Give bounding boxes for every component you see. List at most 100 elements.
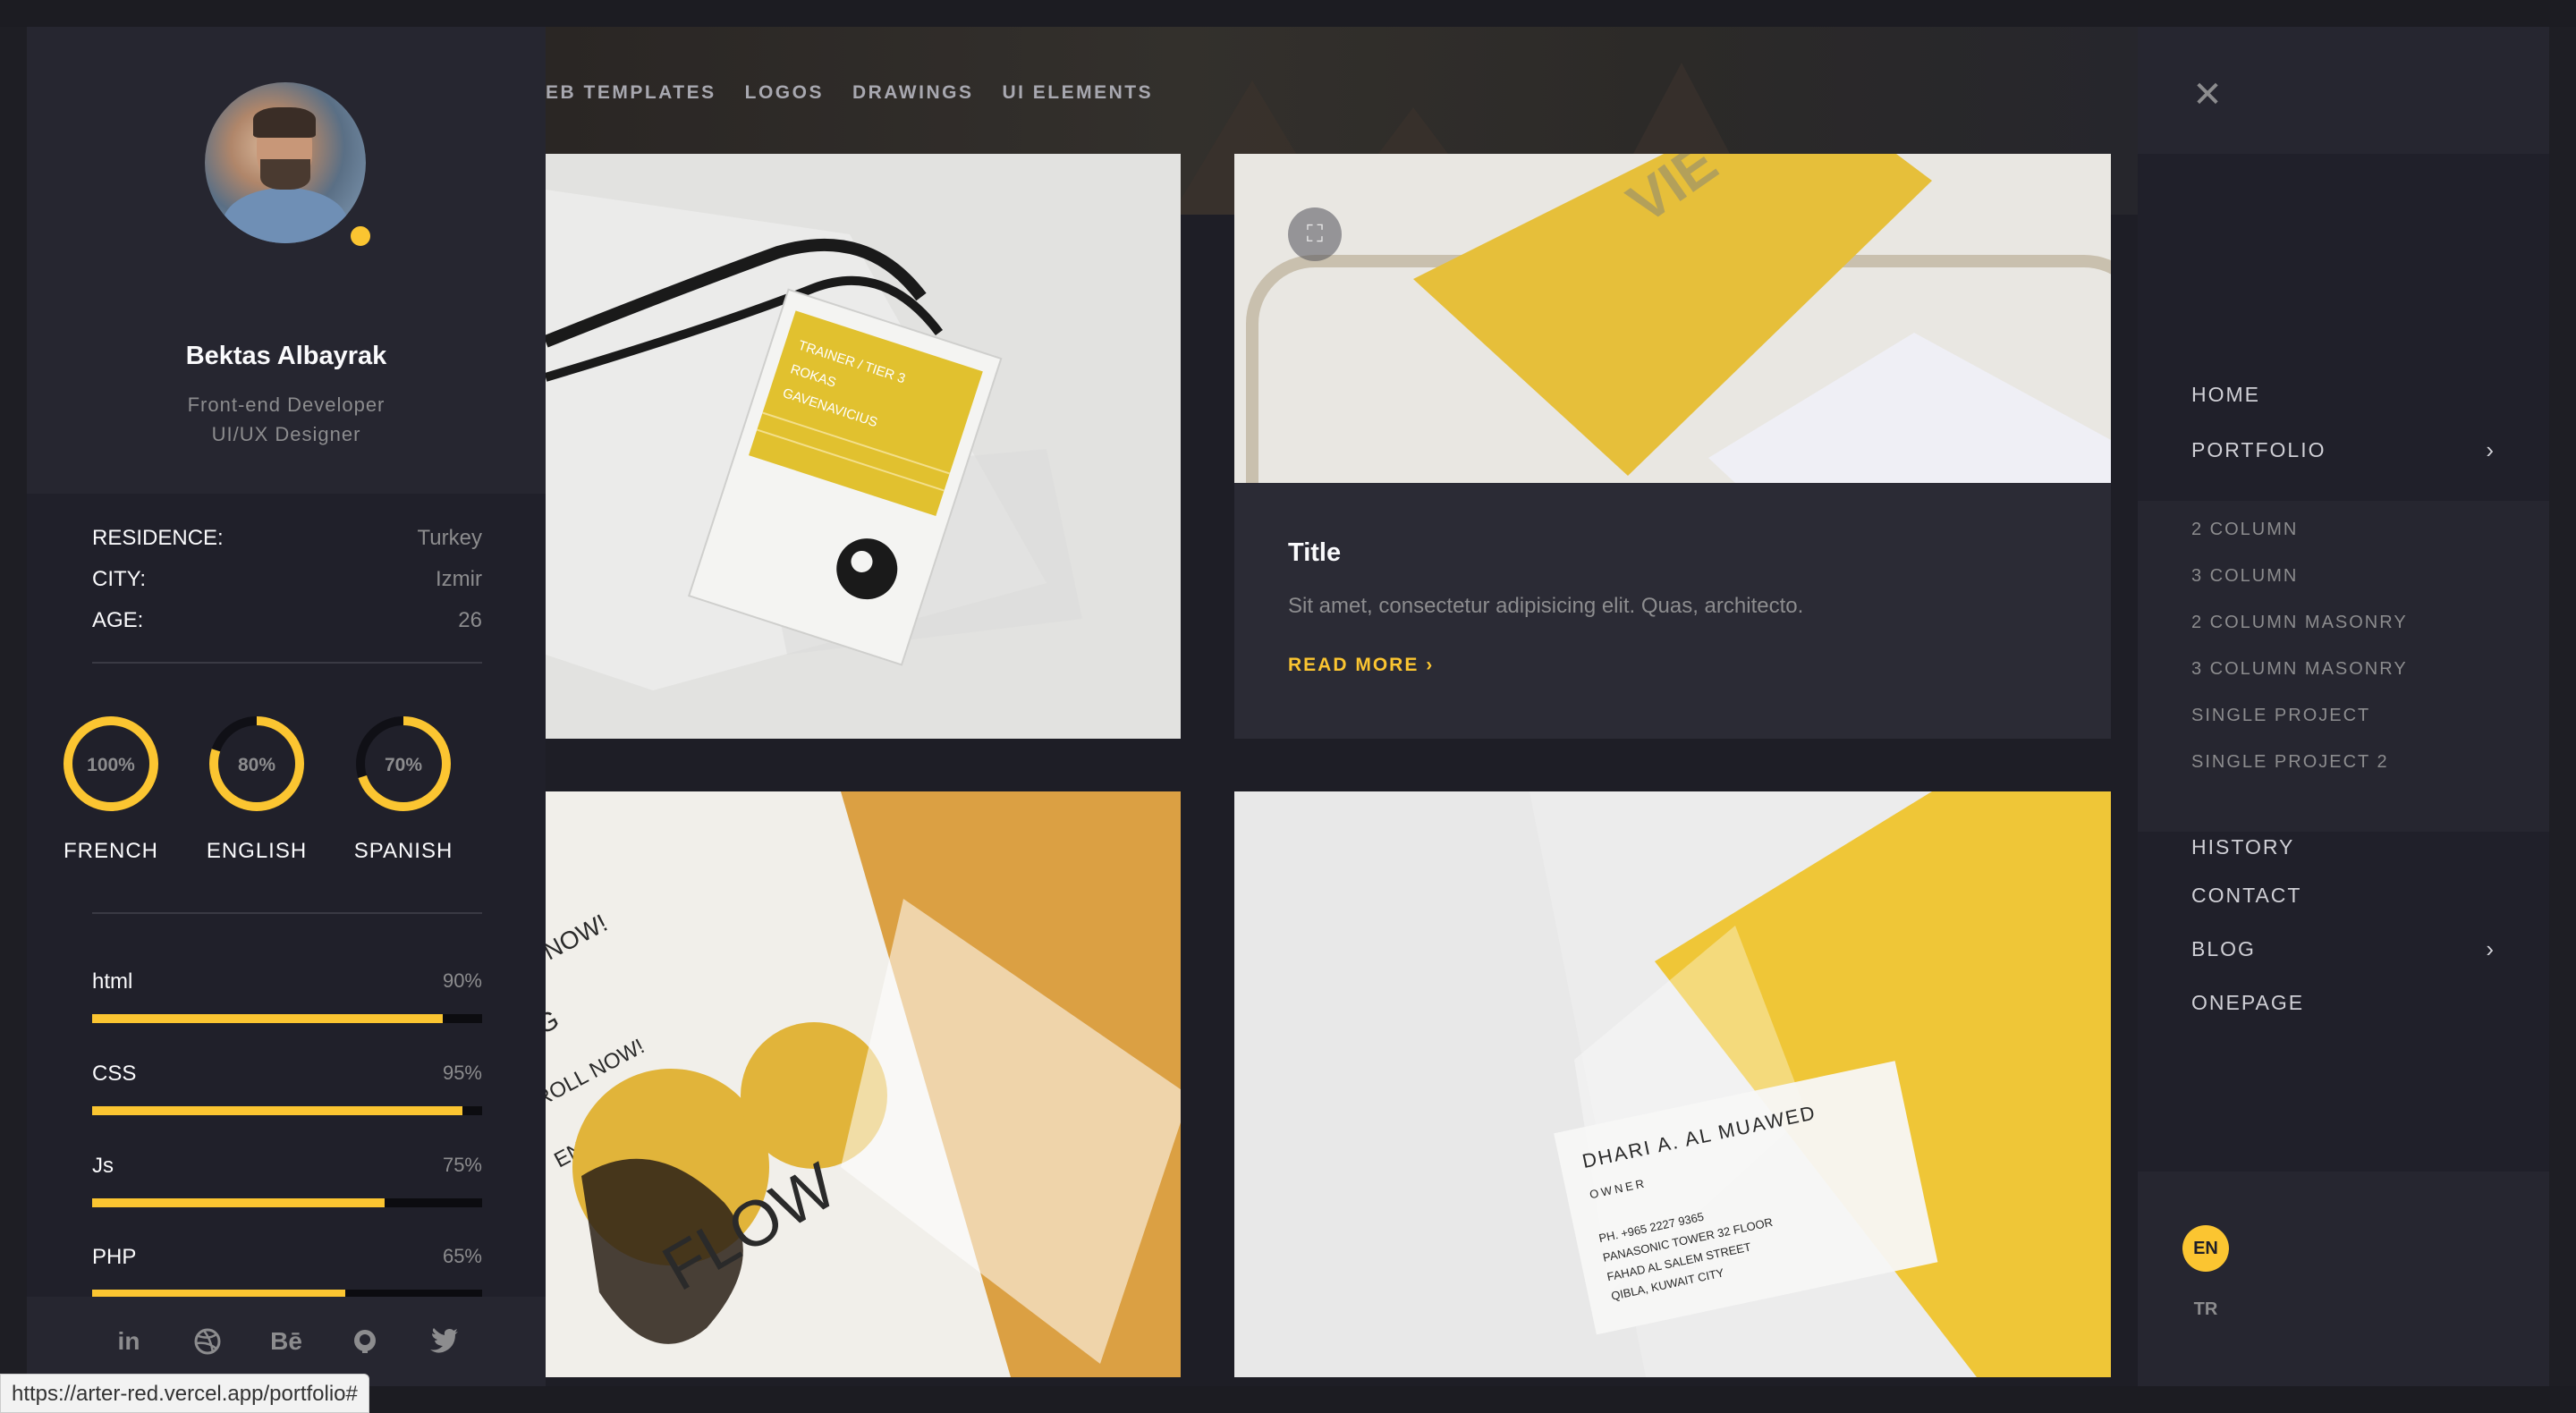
chevron-right-icon: › [2486,436,2496,463]
avatar-hair [253,107,316,138]
skill-value: 75% [442,1154,482,1176]
ring-percent: 70% [385,755,422,775]
menu-item-label: BLOG [2191,937,2256,960]
language-label: ENGLISH [206,839,308,863]
ring-percent: 100% [87,755,135,775]
progress-ring: 100% [64,716,158,811]
divider [92,912,482,914]
language-spanish: 70% SPANISH [350,714,457,864]
profile-role-1: Front-end Developer [187,393,386,416]
card-description: Sit amet, consectetur adipisicing elit. … [1288,594,1804,618]
github-icon[interactable] [349,1325,381,1358]
profile-header: Bektas Albayrak Front-end Developer UI/U… [27,27,546,494]
menu-item-blog[interactable]: BLOG › [2191,935,2496,963]
skill-bar-fill [92,1198,385,1207]
skill-bar-fill [92,1106,463,1115]
expand-icon[interactable]: ⛶ [1288,207,1342,261]
menu-item-label: PORTFOLIO [2191,438,2326,461]
behance-icon[interactable]: Bē [270,1325,302,1358]
progress-ring: 80% [209,716,304,811]
avatar-beard [260,159,310,190]
skill-value: 65% [442,1245,482,1267]
badge-photo: TRAINER / TIER 3 ROKAS GAVENAVICIUS [546,154,1181,739]
info-row-age: AGE: 26 [92,608,482,633]
language-switcher [2138,1172,2549,1386]
poster-photo: ENROLL NOW! BOXING ENROLL NOW! ENROLL NO… [546,791,1181,1377]
menu-item-label: HOME [2191,383,2260,406]
read-more-link[interactable]: READ MORE › [1288,655,1434,676]
twitter-icon[interactable] [428,1325,460,1358]
skill-value: 95% [442,1062,482,1084]
close-icon[interactable]: ✕ [2191,77,2224,113]
info-row-residence: RESIDENCE: Turkey [92,526,482,551]
info-key: AGE: [92,608,144,632]
info-sidebar: Bektas Albayrak Front-end Developer UI/U… [27,27,546,1386]
submenu-item-single-project[interactable]: SINGLE PROJECT [2191,706,2370,726]
linkedin-icon[interactable]: in [113,1325,145,1358]
avatar [205,82,366,243]
submenu-item-3-column-masonry[interactable]: 3 COLUMN MASONRY [2191,659,2408,680]
chevron-right-icon: › [2486,935,2496,962]
skill-name: PHP [92,1245,137,1269]
language-english: 80% ENGLISH [203,714,310,864]
profile-name: Bektas Albayrak [185,342,387,370]
info-key: RESIDENCE: [92,526,224,550]
menu-item-portfolio[interactable]: PORTFOLIO › [2191,436,2496,464]
avatar-shirt [223,188,348,243]
skill-html: html 90% [92,969,482,1023]
card-title: Title [1288,538,1342,567]
read-more-label: READ MORE [1288,655,1419,675]
portfolio-item-business-card[interactable]: DHARI A. AL MUAWED OWNER PH. +965 2227 9… [1234,791,2111,1377]
skill-css: CSS 95% [92,1062,482,1115]
menu-item-history[interactable]: HISTORY [2191,835,2496,859]
profile-role-2: UI/UX Designer [211,423,361,445]
skill-php: PHP 65% [92,1245,482,1299]
menu-item-contact[interactable]: CONTACT [2191,884,2496,908]
menu-item-home[interactable]: HOME [2191,383,2496,407]
language-label: SPANISH [353,839,453,863]
portfolio-item-card-body: Title Sit amet, consectetur adipisicing … [1234,483,2111,739]
skill-name: html [92,969,133,994]
main-menu-panel: ✕ HOME PORTFOLIO › 2 COLUMN 3 COLUMN 2 CO… [2138,27,2549,1386]
info-value: 26 [458,608,482,632]
divider [92,662,482,664]
skill-bar [92,1106,482,1115]
language-label: FRENCH [64,839,158,863]
portfolio-item-poster[interactable]: ENROLL NOW! BOXING ENROLL NOW! ENROLL NO… [546,791,1181,1377]
language-en-button[interactable]: EN [2182,1225,2229,1272]
info-row-city: CITY: Izmir [92,567,482,592]
filter-ui-elements[interactable]: UI ELEMENTS [1002,82,1153,104]
card-photo: VIE [1234,154,2111,483]
chevron-right-icon: › [1426,655,1435,675]
window-bottom-bar [0,1386,2576,1413]
menu-item-label: ONEPAGE [2191,991,2305,1014]
progress-ring: 70% [356,716,451,811]
skill-js: Js 75% [92,1154,482,1207]
skill-bar [92,1198,482,1207]
portfolio-filters: EB TEMPLATES LOGOS DRAWINGS UI ELEMENTS [546,82,1153,104]
filter-drawings[interactable]: DRAWINGS [852,82,974,104]
language-tr-button[interactable]: TR [2182,1286,2229,1333]
menu-item-onepage[interactable]: ONEPAGE [2191,991,2496,1015]
submenu-item-3-column[interactable]: 3 COLUMN [2191,566,2298,587]
portfolio-item-badge[interactable]: TRAINER / TIER 3 ROKAS GAVENAVICIUS [546,154,1181,739]
filter-web-templates[interactable]: EB TEMPLATES [546,82,716,104]
submenu-item-single-project-2[interactable]: SINGLE PROJECT 2 [2191,752,2389,773]
menu-item-label: HISTORY [2191,835,2295,859]
status-bar-url: https://arter-red.vercel.app/portfolio# [0,1374,369,1413]
window-top-bar [0,0,2576,27]
ring-percent: 80% [238,755,275,775]
submenu-item-2-column[interactable]: 2 COLUMN [2191,520,2298,540]
business-card-photo: DHARI A. AL MUAWED OWNER PH. +965 2227 9… [1234,791,2111,1377]
skill-bar-fill [92,1014,444,1023]
social-links: in Bē [27,1297,546,1386]
info-key: CITY: [92,567,147,591]
dribbble-icon[interactable] [191,1325,224,1358]
menu-item-label: CONTACT [2191,884,2302,907]
skill-name: CSS [92,1062,137,1086]
portfolio-item-card-image[interactable]: VIE ⛶ [1234,154,2111,483]
filter-logos[interactable]: LOGOS [745,82,824,104]
online-status-dot [346,222,375,250]
submenu-item-2-column-masonry[interactable]: 2 COLUMN MASONRY [2191,613,2408,633]
info-value: Izmir [436,567,482,591]
